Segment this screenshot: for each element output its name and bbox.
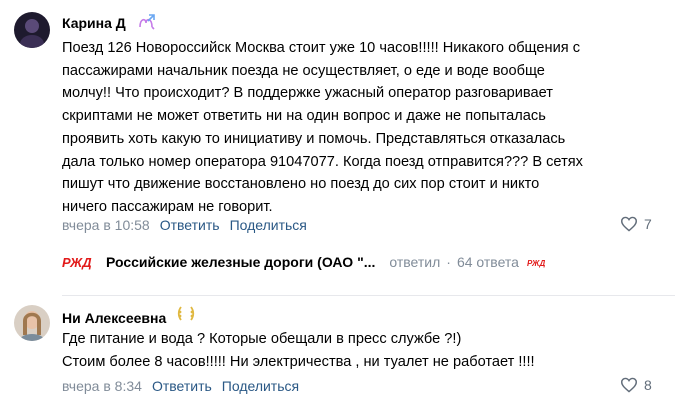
like-count: 8	[644, 377, 652, 393]
like-button[interactable]: 8	[620, 377, 652, 393]
reply-preview[interactable]: РЖД Российские железные дороги (ОАО "...…	[62, 254, 545, 270]
reply-info: ответил · 64 ответа	[389, 254, 519, 270]
reply-count: 64 ответа	[456, 254, 519, 270]
heart-icon	[620, 377, 638, 393]
separator-dot: ·	[446, 254, 451, 270]
like-count: 7	[644, 216, 652, 232]
rzd-avatar-icon: РЖД	[527, 259, 545, 268]
comment: Ни Алексеевна Где питание и вода ? Котор…	[0, 295, 675, 401]
svg-text:РЖД: РЖД	[527, 259, 545, 268]
comment-time[interactable]: вчера в 10:58	[62, 217, 150, 233]
comment-meta: вчера в 8:34 Ответить Поделиться	[62, 378, 299, 394]
rzd-logo-icon: РЖД	[62, 255, 92, 270]
svg-text:РЖД: РЖД	[62, 255, 92, 270]
share-button[interactable]: Поделиться	[222, 378, 299, 394]
avatar[interactable]	[14, 305, 50, 341]
reply-button[interactable]: Ответить	[152, 378, 212, 394]
comment-text: Где питание и вода ? Которые обещали в п…	[62, 331, 535, 370]
like-button[interactable]: 7	[620, 216, 652, 232]
comment-time[interactable]: вчера в 8:34	[62, 378, 142, 394]
reply-action: ответил	[389, 254, 441, 270]
reply-button[interactable]: Ответить	[160, 217, 220, 233]
laurel-wreath-icon	[176, 304, 196, 329]
zodiac-sign-icon	[137, 12, 157, 37]
heart-icon	[620, 216, 638, 232]
comment-author[interactable]: Карина Д	[62, 15, 126, 31]
avatar[interactable]	[14, 12, 50, 48]
comment-meta: вчера в 10:58 Ответить Поделиться	[62, 217, 307, 233]
comment: Карина Д Поезд 126 Новороссийск Москва с…	[0, 0, 675, 290]
comment-author[interactable]: Ни Алексеевна	[62, 310, 166, 326]
reply-author: Российские железные дороги (ОАО "...	[106, 254, 376, 270]
share-button[interactable]: Поделиться	[230, 217, 307, 233]
comment-text: Поезд 126 Новороссийск Москва стоит уже …	[62, 40, 583, 215]
